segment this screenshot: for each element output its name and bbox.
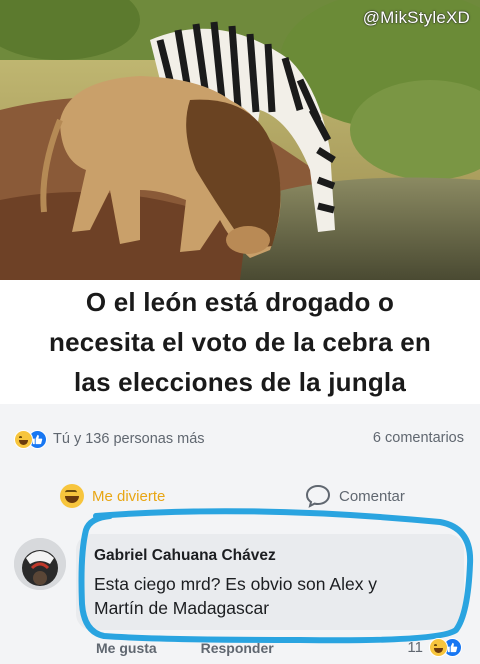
- comment-button[interactable]: Comentar: [305, 484, 405, 508]
- lion-zebra-photo: [0, 0, 480, 280]
- haha-reaction-label: Me divierte: [92, 487, 166, 505]
- reactions-text: Tú y 136 personas más: [53, 431, 205, 447]
- comment-bubble: Gabriel Cahuana Chávez Esta ciego mrd? E…: [76, 534, 464, 630]
- post-actions: Me divierte Comentar: [0, 482, 480, 518]
- haha-reaction-button[interactable]: Me divierte: [60, 484, 165, 508]
- caption-line-1: O el león está drogado o: [85, 287, 395, 317]
- meme-caption: O el león está drogado o necesita el vot…: [0, 282, 480, 402]
- comment-text: Esta ciego mrd? Es obvio son Alex y Mart…: [94, 572, 454, 620]
- comment-text-line-2: Martín de Madagascar: [94, 598, 270, 618]
- comment-author[interactable]: Gabriel Cahuana Chávez: [94, 547, 276, 565]
- reactions-summary[interactable]: Tú y 136 personas más: [14, 428, 205, 450]
- comment-reaction-count: 11: [407, 639, 423, 656]
- comment-actions: Me gusta Responder: [96, 640, 314, 656]
- comments-count[interactable]: 6 comentarios: [373, 430, 464, 446]
- haha-reaction-icon: [14, 429, 33, 449]
- haha-icon: [60, 484, 84, 508]
- avatar-image: [14, 538, 66, 590]
- haha-reaction-icon: [429, 638, 448, 657]
- facebook-post-footer: Tú y 136 personas más 6 comentarios Me d…: [0, 404, 480, 664]
- meme-photo: @MikStyleXD: [0, 0, 480, 280]
- avatar[interactable]: [14, 538, 66, 590]
- comment-reactions[interactable]: 11: [407, 638, 462, 657]
- watermark: @MikStyleXD: [362, 8, 470, 27]
- comment-like-link[interactable]: Me gusta: [96, 640, 157, 656]
- comment-icon: [305, 484, 331, 508]
- comment-reply-link[interactable]: Responder: [201, 640, 274, 656]
- comment-button-label: Comentar: [339, 487, 405, 505]
- caption-line-3: las elecciones de la jungla: [74, 367, 406, 397]
- comment-text-line-1: Esta ciego mrd? Es obvio son Alex y: [94, 574, 378, 594]
- caption-line-2: necesita el voto de la cebra en: [49, 327, 431, 357]
